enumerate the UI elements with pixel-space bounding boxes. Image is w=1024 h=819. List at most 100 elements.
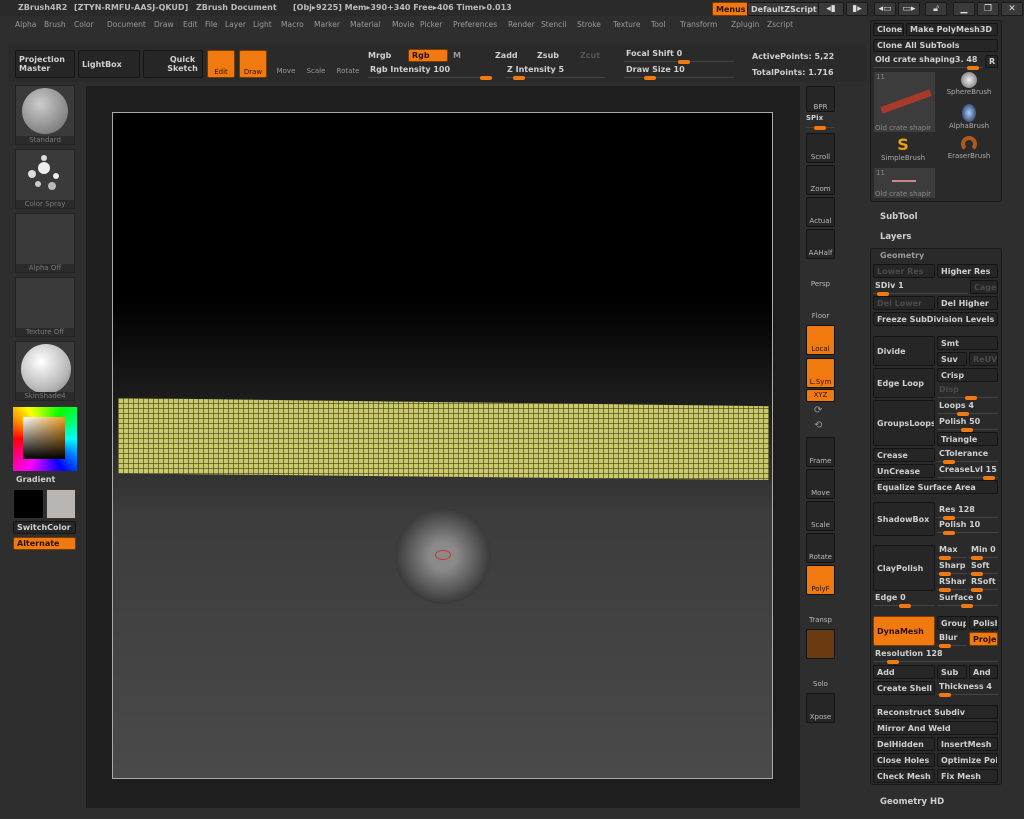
menu-21[interactable]: Zplugin	[731, 20, 759, 29]
menu-20[interactable]: Transform	[680, 20, 717, 29]
menu-0[interactable]: Alpha	[15, 20, 36, 29]
fix-mesh-button[interactable]: Fix Mesh	[937, 769, 998, 783]
ghost-button[interactable]	[806, 629, 835, 659]
tool-simple-brush[interactable]: S SimpleBrush	[874, 136, 932, 168]
menu-14[interactable]: Preferences	[453, 20, 497, 29]
sdiv-slider[interactable]: SDiv 1	[873, 280, 968, 296]
layout-prev-icon[interactable]: ◂▭	[874, 2, 896, 16]
del-higher-button[interactable]: Del Higher	[937, 296, 998, 310]
rotate-y-icon[interactable]: ⟳	[814, 405, 822, 416]
secondary-color-swatch[interactable]	[46, 489, 76, 519]
polish50-slider[interactable]: Polish 50	[937, 416, 998, 432]
cage-button[interactable]: Cage	[970, 280, 998, 294]
crease-button[interactable]: Crease	[873, 448, 935, 462]
actual-button[interactable]: Actual	[806, 197, 835, 227]
resolution-slider[interactable]: Resolution 128	[873, 648, 998, 664]
sharp-slider[interactable]: Sharp	[937, 560, 967, 576]
texture-thumbnail[interactable]: Texture Off	[15, 277, 75, 337]
menu-10[interactable]: Marker	[314, 20, 340, 29]
minimize-icon[interactable]: ▁	[953, 2, 975, 16]
menu-18[interactable]: Texture	[613, 20, 640, 29]
tool-sphere-brush[interactable]: SphereBrush	[940, 72, 998, 104]
color-picker[interactable]	[13, 407, 77, 471]
soft-slider[interactable]: Soft	[969, 560, 998, 576]
menu-22[interactable]: Zscript	[767, 20, 793, 29]
menu-11[interactable]: Material	[350, 20, 380, 29]
transp-button[interactable]: Transp	[806, 597, 835, 627]
rotate-view-button[interactable]: Rotate	[806, 533, 835, 563]
make-polymesh-button[interactable]: Make PolyMesh3D	[906, 23, 998, 36]
rotate-z-icon[interactable]: ⟲	[814, 420, 822, 431]
menu-12[interactable]: Movie	[392, 20, 414, 29]
menu-9[interactable]: Macro	[281, 20, 304, 29]
local-button[interactable]: Local	[806, 325, 835, 355]
projection-master-button[interactable]: Projection Master	[15, 50, 75, 78]
menu-17[interactable]: Stroke	[577, 20, 601, 29]
xyz-button[interactable]: XYZ	[806, 389, 835, 402]
sub-button[interactable]: Sub	[937, 665, 967, 679]
disp-slider[interactable]: Disp	[937, 384, 998, 400]
insertmesh-button[interactable]: InsertMesh	[937, 737, 998, 751]
max-slider[interactable]: Max	[937, 544, 967, 560]
zadd-toggle[interactable]: Zadd	[495, 51, 518, 60]
rgb-intensity-slider[interactable]: Rgb Intensity 100	[368, 64, 493, 80]
layers-section[interactable]: Layers	[880, 232, 911, 242]
and-button[interactable]: And	[969, 665, 998, 679]
zoom-button[interactable]: Zoom	[806, 165, 835, 195]
reconstruct-button[interactable]: Reconstruct Subdiv	[873, 705, 998, 719]
floor-button[interactable]: Floor	[806, 293, 835, 323]
focal-shift-slider[interactable]: Focal Shift 0	[624, 48, 734, 64]
close-icon[interactable]: ✕	[1001, 2, 1023, 16]
project-button[interactable]: Projec	[969, 632, 998, 646]
delhidden-button[interactable]: DelHidden	[873, 737, 935, 751]
menu-1[interactable]: Brush	[44, 20, 66, 29]
move-button[interactable]: Move	[272, 50, 300, 78]
polish10-slider[interactable]: Polish 10	[937, 519, 998, 535]
uncrease-button[interactable]: UnCrease	[873, 464, 935, 478]
rgb-toggle[interactable]: Rgb	[408, 49, 448, 62]
shadowbox-button[interactable]: ShadowBox	[873, 502, 935, 536]
mrgb-toggle[interactable]: Mrgb	[368, 51, 391, 60]
mirror-button[interactable]: Mirror And Weld	[873, 721, 998, 735]
claypolish-button[interactable]: ClayPolish	[873, 545, 935, 591]
subtool-thumbnail[interactable]: 11 Old crate shapir	[874, 168, 935, 198]
polyf-button[interactable]: PolyF	[806, 565, 835, 595]
edge-slider[interactable]: Edge 0	[873, 592, 935, 608]
alternate-button[interactable]: Alternate	[13, 537, 76, 550]
scale-view-button[interactable]: Scale	[806, 501, 835, 531]
crisp-button[interactable]: Crisp	[937, 368, 998, 382]
menu-5[interactable]: Edit	[183, 20, 198, 29]
del-lower-button[interactable]: Del Lower	[873, 296, 935, 310]
canvas[interactable]	[86, 86, 800, 808]
group-button[interactable]: Group	[937, 616, 967, 630]
clone-button[interactable]: Clone	[873, 23, 904, 36]
frame-button[interactable]: Frame	[806, 437, 835, 467]
scroll-button[interactable]: Scroll	[806, 133, 835, 163]
lsym-button[interactable]: L.Sym	[806, 358, 835, 388]
bpr-button[interactable]: BPR	[806, 86, 835, 112]
brush-thumbnail[interactable]: Standard	[15, 85, 75, 145]
surface-slider[interactable]: Surface 0	[937, 592, 998, 608]
r-button[interactable]: R	[985, 55, 998, 68]
switchcolor-button[interactable]: SwitchColor	[13, 521, 76, 534]
scale-button[interactable]: Scale	[302, 50, 330, 78]
menu-15[interactable]: Render	[508, 20, 535, 29]
res128-slider[interactable]: Res 128	[937, 504, 998, 520]
aahalf-button[interactable]: AAHalf	[806, 229, 835, 259]
thickness-slider[interactable]: Thickness 4	[937, 681, 998, 697]
xpose-button[interactable]: Xpose	[806, 693, 835, 723]
restore-icon[interactable]: ❐	[977, 2, 999, 16]
add-button[interactable]: Add	[873, 665, 935, 679]
zcut-toggle[interactable]: Zcut	[580, 51, 600, 60]
menu-4[interactable]: Draw	[154, 20, 174, 29]
reuv-button[interactable]: ReUV	[969, 352, 998, 366]
suv-button[interactable]: Suv	[937, 352, 967, 366]
menu-16[interactable]: Stencil	[541, 20, 566, 29]
triangle-button[interactable]: Triangle	[937, 432, 998, 446]
divide-button[interactable]: Divide	[873, 336, 935, 366]
menus-button[interactable]: Menus	[712, 2, 750, 16]
polish-button[interactable]: Polish	[969, 616, 998, 630]
alpha-thumbnail[interactable]: Alpha Off	[15, 213, 75, 273]
rotate-button[interactable]: Rotate	[334, 50, 362, 78]
geometry-section[interactable]: Geometry	[880, 251, 924, 260]
